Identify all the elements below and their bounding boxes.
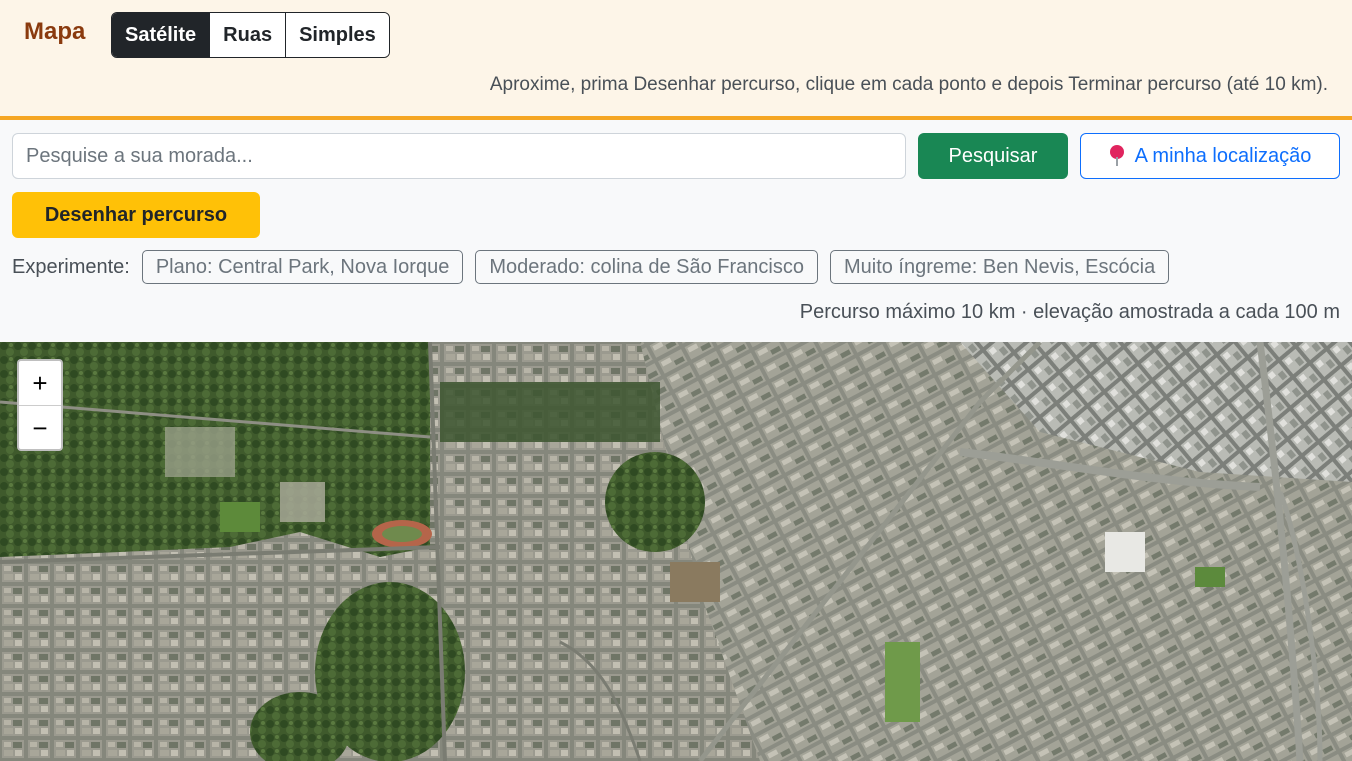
zoom-in-button[interactable]: + — [19, 361, 61, 406]
instructions-hint: Aproxime, prima Desenhar percurso, cliqu… — [489, 74, 1328, 95]
header-bar: Mapa Satélite Ruas Simples Aproxime, pri… — [0, 0, 1352, 120]
layer-simple-button[interactable]: Simples — [286, 13, 389, 57]
my-location-label: A minha localização — [1134, 144, 1312, 167]
brand-title: Mapa — [24, 18, 86, 45]
example-flat-chip[interactable]: Plano: Central Park, Nova Iorque — [141, 250, 464, 284]
route-limit-note: Percurso máximo 10 km · elevação amostra… — [799, 301, 1340, 323]
zoom-control: + − — [17, 359, 63, 451]
my-location-button[interactable]: A minha localização — [1080, 133, 1340, 179]
controls-panel: Pesquisar A minha localização Desenhar p… — [0, 120, 1352, 342]
search-button[interactable]: Pesquisar — [918, 133, 1068, 179]
satellite-map[interactable]: + − — [0, 342, 1352, 761]
satellite-imagery — [0, 342, 1352, 761]
layer-streets-button[interactable]: Ruas — [210, 13, 287, 57]
address-search-input[interactable] — [12, 133, 906, 179]
example-steep-chip[interactable]: Muito íngreme: Ben Nevis, Escócia — [829, 250, 1170, 284]
draw-route-button[interactable]: Desenhar percurso — [12, 192, 260, 238]
zoom-out-button[interactable]: − — [19, 406, 61, 449]
pin-icon — [1109, 145, 1125, 167]
map-layer-switcher: Satélite Ruas Simples — [111, 12, 390, 58]
examples-row: Experimente: Plano: Central Park, Nova I… — [12, 250, 1170, 284]
example-moderate-chip[interactable]: Moderado: colina de São Francisco — [475, 250, 818, 284]
layer-satellite-button[interactable]: Satélite — [112, 13, 211, 57]
examples-label: Experimente: — [12, 255, 130, 278]
